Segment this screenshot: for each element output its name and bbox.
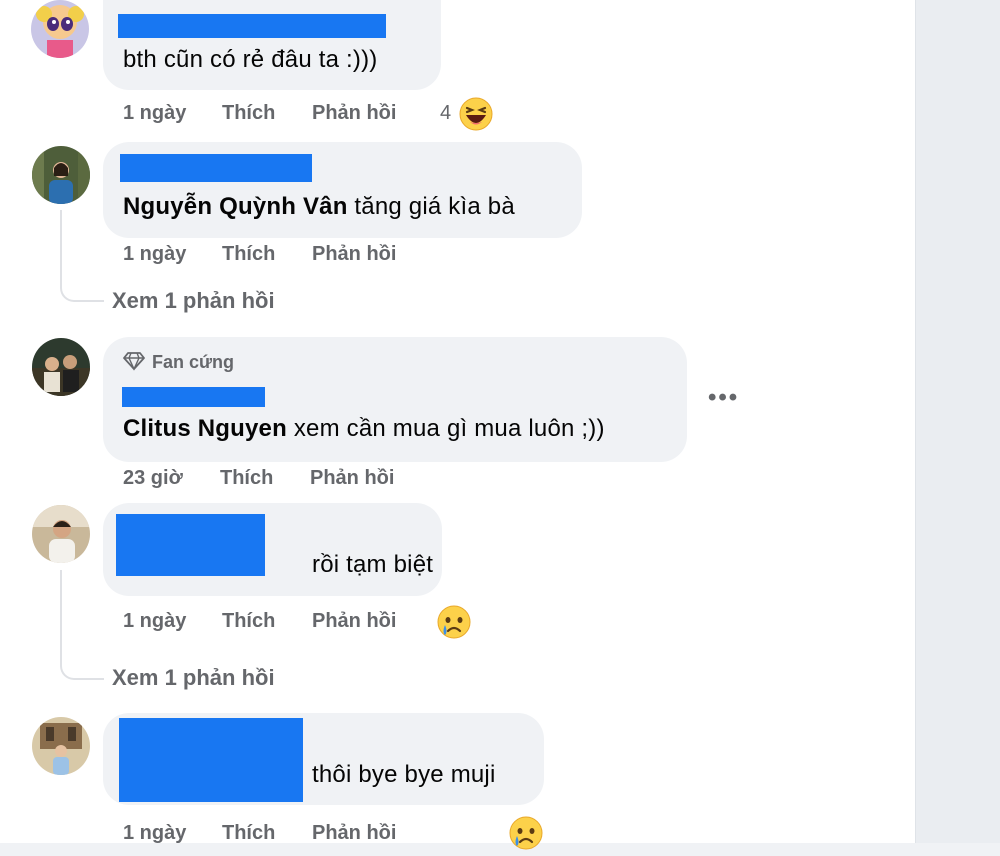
mention-link[interactable]: Nguyễn Quỳnh Vân xyxy=(123,193,348,220)
comment-time[interactable]: 23 giờ xyxy=(123,467,183,490)
redacted-name xyxy=(120,154,312,182)
comment-time[interactable]: 1 ngày xyxy=(123,822,186,845)
powerpuff-avatar-image xyxy=(31,0,89,58)
more-options-icon[interactable]: ••• xyxy=(708,384,739,412)
mention-link[interactable]: Clitus Nguyen xyxy=(123,415,287,442)
commenter-avatar[interactable] xyxy=(32,338,90,396)
commenter-avatar[interactable] xyxy=(32,146,90,204)
comments-feed: bth cũn có rẻ đâu ta :))) 1 ngày Thích P… xyxy=(0,0,915,850)
laughing-emoji-icon[interactable] xyxy=(458,96,494,137)
reaction-count[interactable]: 4 xyxy=(440,102,451,125)
like-button[interactable]: Thích xyxy=(222,102,275,125)
commenter-avatar[interactable] xyxy=(32,717,90,775)
redacted-name xyxy=(122,387,265,407)
comment-text: Nguyễn Quỳnh Vân tăng giá kìa bà xyxy=(123,193,515,220)
reply-button[interactable]: Phản hồi xyxy=(312,102,396,125)
like-button[interactable]: Thích xyxy=(220,467,273,490)
comment-time[interactable]: 1 ngày xyxy=(123,243,186,266)
redacted-name xyxy=(119,718,303,802)
comment-text: rồi tạm biệt xyxy=(312,551,434,578)
comment-time[interactable]: 1 ngày xyxy=(123,610,186,633)
reply-button[interactable]: Phản hồi xyxy=(312,822,396,845)
like-button[interactable]: Thích xyxy=(222,822,275,845)
like-button[interactable]: Thích xyxy=(222,610,275,633)
forest-avatar-image xyxy=(32,146,90,204)
reply-button[interactable]: Phản hồi xyxy=(312,243,396,266)
comment-text: thôi bye bye muji xyxy=(312,761,496,788)
comment-time[interactable]: 1 ngày xyxy=(123,102,186,125)
thread-line xyxy=(60,570,104,680)
reply-button[interactable]: Phản hồi xyxy=(310,467,394,490)
comment-text: bth cũn có rẻ đâu ta :))) xyxy=(123,46,378,73)
reply-button[interactable]: Phản hồi xyxy=(312,610,396,633)
commenter-avatar[interactable] xyxy=(31,0,89,58)
right-sidebar xyxy=(915,0,1000,843)
redacted-name xyxy=(116,514,265,576)
person-avatar-image xyxy=(32,505,90,563)
building-avatar-image xyxy=(32,717,90,775)
view-replies-link[interactable]: Xem 1 phản hồi xyxy=(112,665,275,691)
sad-tear-emoji-icon[interactable] xyxy=(508,815,544,856)
thread-line xyxy=(60,210,104,302)
comment-text: Clitus Nguyen xem cần mua gì mua luôn ;)… xyxy=(123,415,605,442)
fan-badge[interactable]: Fan cứng xyxy=(152,352,234,373)
sad-tear-emoji-icon[interactable] xyxy=(436,604,472,645)
group-photo-avatar-image xyxy=(32,338,90,396)
redacted-name xyxy=(118,14,386,38)
diamond-icon xyxy=(123,351,145,376)
view-replies-link[interactable]: Xem 1 phản hồi xyxy=(112,288,275,314)
like-button[interactable]: Thích xyxy=(222,243,275,266)
commenter-avatar[interactable] xyxy=(32,505,90,563)
